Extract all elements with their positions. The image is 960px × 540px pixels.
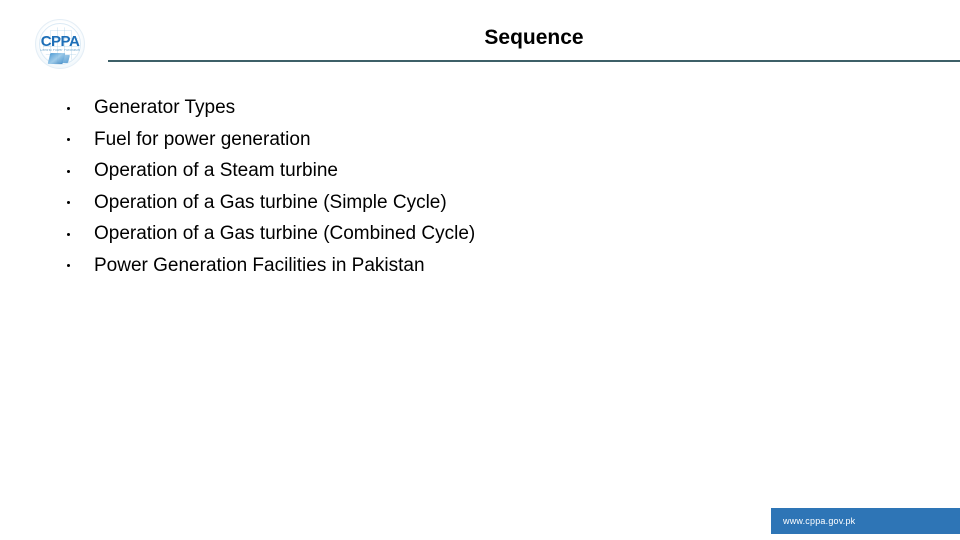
bullet-dot-icon — [67, 138, 70, 142]
bullet-dot-icon — [67, 201, 70, 205]
footer-website-bar: www.cppa.gov.pk — [771, 508, 960, 534]
list-item: Operation of a Steam turbine — [62, 155, 920, 187]
bullet-dot-icon — [67, 232, 70, 236]
list-item-label: Operation of a Gas turbine (Combined Cyc… — [94, 223, 476, 245]
slide-canvas: CPPA Central Power Purchasing Agency Seq… — [0, 0, 960, 540]
logo-acronym: CPPA — [40, 33, 80, 50]
title-divider — [108, 60, 960, 62]
list-item-label: Fuel for power generation — [94, 128, 311, 150]
bullet-dot-icon — [67, 264, 70, 268]
bullet-dot-icon — [67, 169, 70, 173]
bullet-dot-icon — [67, 106, 70, 110]
list-item-label: Generator Types — [94, 97, 236, 119]
list-item: Operation of a Gas turbine (Simple Cycle… — [62, 187, 920, 219]
page-title: Sequence — [484, 26, 584, 49]
list-item: Fuel for power generation — [62, 124, 920, 156]
list-item: Power Generation Facilities in Pakistan — [62, 250, 920, 282]
sequence-bullet-list: Generator Types Fuel for power generatio… — [62, 92, 920, 281]
footer-website-label: www.cppa.gov.pk — [783, 516, 856, 526]
list-item-label: Power Generation Facilities in Pakistan — [94, 254, 425, 276]
logo-subtitle: Central Power Purchasing Agency — [40, 49, 80, 52]
cppa-logo: CPPA Central Power Purchasing Agency — [35, 19, 85, 69]
list-item: Generator Types — [62, 92, 920, 124]
list-item-label: Operation of a Steam turbine — [94, 160, 338, 182]
list-item-label: Operation of a Gas turbine (Simple Cycle… — [94, 191, 447, 213]
list-item: Operation of a Gas turbine (Combined Cyc… — [62, 218, 920, 250]
